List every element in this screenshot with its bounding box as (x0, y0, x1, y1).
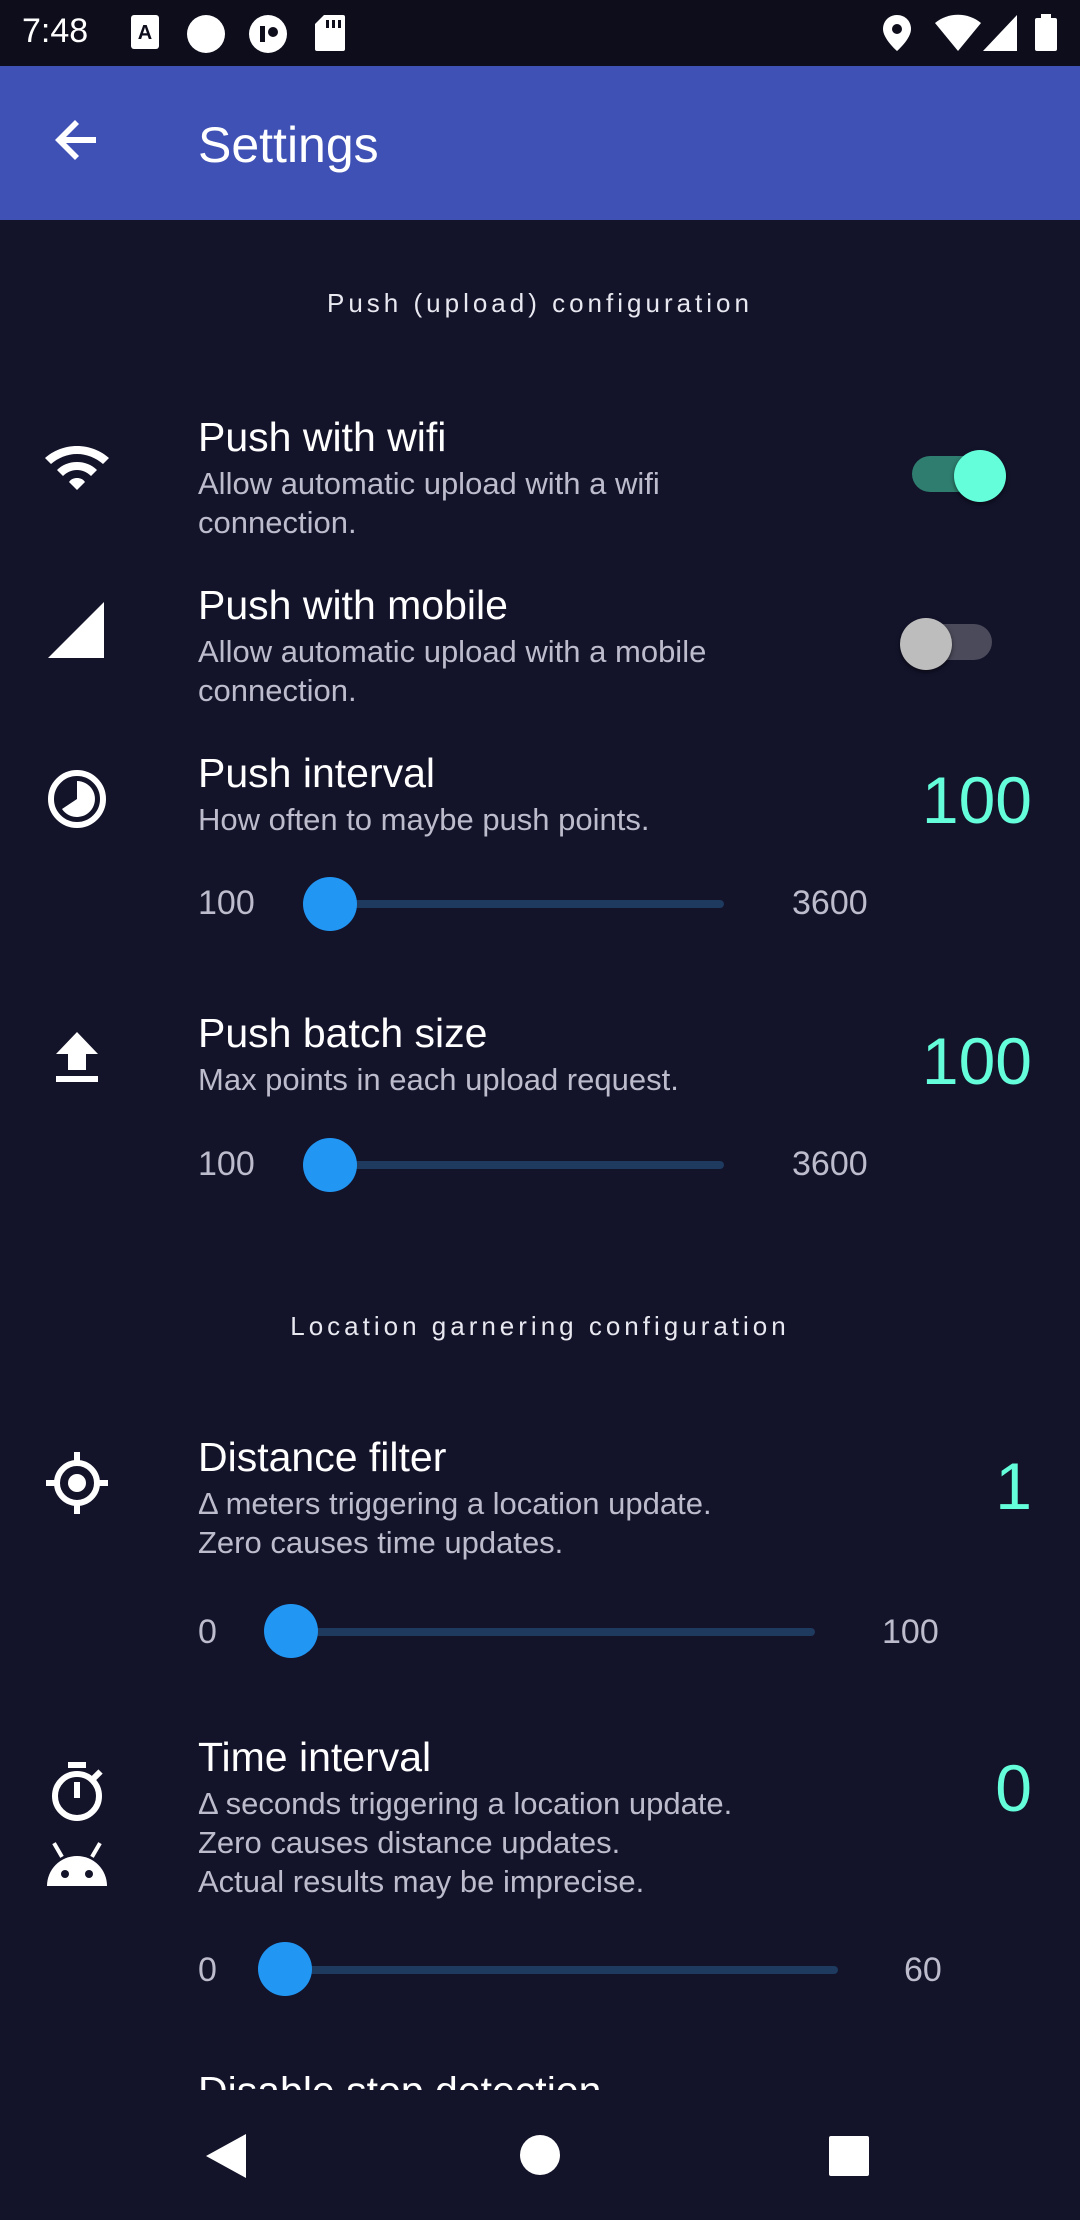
slider-max-label: 100 (882, 1613, 939, 1651)
setting-title: Time interval (198, 1734, 432, 1780)
slider-thumb[interactable] (258, 1942, 312, 1996)
setting-description: Allow automatic upload with a mobile con… (198, 634, 707, 708)
status-bar: 7:48 A (0, 0, 1080, 66)
section-header-push: Push (upload) configuration (327, 288, 753, 318)
slider-min-label: 100 (198, 1145, 255, 1183)
android-icon (47, 1842, 107, 1886)
location-icon (883, 15, 911, 51)
setting-description: Δ meters triggering a location update. Z… (198, 1486, 712, 1560)
back-triangle-icon[interactable] (204, 2132, 248, 2180)
setting-value: 100 (921, 763, 1032, 837)
slider-max-label: 3600 (792, 1145, 868, 1183)
push-batch-slider[interactable] (304, 1161, 724, 1169)
slider-min-label: 100 (198, 884, 255, 922)
setting-title: Push with mobile (198, 582, 508, 628)
status-time: 7:48 (22, 12, 89, 50)
section-header-location: Location garnering configuration (290, 1311, 790, 1341)
slider-max-label: 60 (904, 1951, 942, 1989)
distance-filter-slider[interactable] (265, 1628, 815, 1636)
slider-thumb[interactable] (303, 877, 357, 931)
setting-description: How often to maybe push points. (198, 802, 650, 837)
toggle-thumb (954, 450, 1006, 502)
push-interval-slider[interactable] (304, 900, 724, 908)
wifi-icon (45, 446, 109, 490)
setting-value: 100 (921, 1024, 1032, 1098)
slider-min-label: 0 (198, 1951, 217, 1989)
font-notification-icon: A (131, 15, 159, 49)
gps-fixed-icon (46, 1452, 108, 1514)
wifi-icon (935, 14, 981, 51)
upload-icon (56, 1032, 98, 1082)
arrow-back-icon[interactable] (48, 110, 108, 170)
home-circle-icon[interactable] (519, 2134, 561, 2176)
setting-value: 1 (995, 1449, 1032, 1523)
battery-icon (1035, 14, 1057, 51)
setting-title: Push batch size (198, 1010, 488, 1056)
app-notification-icon (249, 15, 287, 53)
setting-description: Allow automatic upload with a wifi conne… (198, 466, 660, 540)
signal-icon (983, 15, 1017, 51)
page-title: Settings (198, 117, 379, 173)
setting-description: Δ seconds triggering a location update. … (198, 1786, 733, 1899)
cell-signal-icon (48, 602, 104, 658)
navigation-bar (0, 2090, 1080, 2220)
setting-stop-detection-partial: Disable stop detection (198, 2076, 601, 2090)
timelapse-icon (48, 770, 106, 828)
circle-notification-icon (187, 15, 225, 53)
sd-card-icon (315, 15, 345, 51)
push-wifi-toggle[interactable] (904, 438, 1006, 502)
setting-value: 0 (995, 1751, 1032, 1825)
slider-min-label: 0 (198, 1613, 217, 1651)
recents-square-icon[interactable] (829, 2136, 869, 2176)
app-bar: Settings (0, 66, 1080, 220)
push-mobile-toggle[interactable] (900, 606, 1000, 670)
setting-title: Disable stop detection (198, 2076, 601, 2090)
setting-title: Push interval (198, 750, 436, 796)
setting-title: Push with wifi (198, 414, 447, 460)
setting-description: Max points in each upload request. (198, 1062, 679, 1097)
time-interval-slider[interactable] (260, 1966, 838, 1974)
slider-thumb[interactable] (264, 1604, 318, 1658)
timer-icon (52, 1762, 103, 1821)
svg-text:A: A (138, 22, 152, 44)
slider-thumb[interactable] (303, 1138, 357, 1192)
setting-title: Distance filter (198, 1434, 447, 1480)
slider-max-label: 3600 (792, 884, 868, 922)
toggle-thumb (900, 618, 952, 670)
